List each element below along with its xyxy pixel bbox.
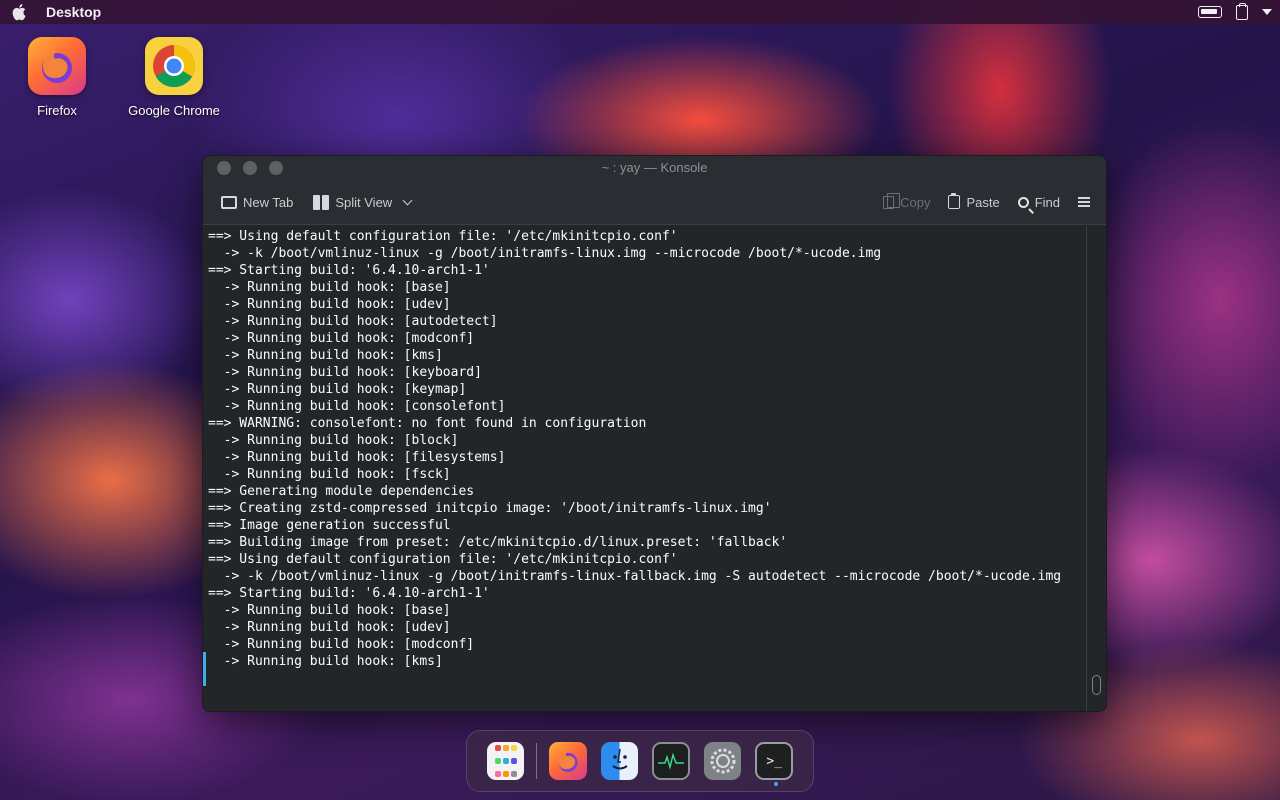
terminal-line: -> Running build hook: [base] (208, 603, 451, 618)
chevron-down-icon (402, 195, 413, 205)
copy-icon (883, 192, 901, 209)
terminal-line: ==> Image generation successful (208, 518, 451, 533)
terminal-line: -> Running build hook: [filesystems] (208, 450, 506, 465)
terminal-line: -> -k /boot/vmlinuz-linux -g /boot/initr… (208, 246, 882, 261)
terminal-scrollbar[interactable] (1086, 226, 1106, 711)
finder-icon[interactable] (600, 742, 639, 780)
desktop-icon-firefox[interactable]: Firefox (2, 37, 112, 118)
window-titlebar[interactable]: ~ : yay — Konsole (203, 156, 1106, 180)
terminal-icon[interactable]: >_ (755, 742, 793, 786)
find-button[interactable]: Find (1010, 187, 1068, 217)
konsole-window: ~ : yay — Konsole New Tab Split View Cop… (202, 155, 1107, 712)
battery-icon[interactable] (1198, 6, 1222, 18)
terminal-current-line-marker (203, 652, 206, 686)
terminal-line: -> Running build hook: [modconf] (208, 637, 475, 652)
terminal-line: ==> Building image from preset: /etc/mki… (208, 535, 788, 550)
firefox-icon (28, 37, 86, 95)
dock: >_ (466, 730, 814, 792)
split-view-button[interactable]: Split View (305, 187, 419, 217)
terminal-line: ==> Using default configuration file: '/… (208, 229, 678, 244)
desktop-icon-chrome[interactable]: Google Chrome (119, 37, 229, 118)
terminal-output[interactable]: ==> Using default configuration file: '/… (203, 226, 1106, 711)
terminal-line: -> Running build hook: [modconf] (208, 331, 475, 346)
firefox-icon[interactable] (549, 742, 587, 780)
terminal-line: -> Running build hook: [autodetect] (208, 314, 498, 329)
new-tab-icon (221, 195, 237, 209)
split-view-icon (313, 194, 330, 210)
launcher-icon[interactable] (487, 742, 525, 780)
paste-label: Paste (966, 194, 1000, 210)
terminal-line: ==> WARNING: consolefont: no font found … (208, 416, 647, 431)
terminal-line: -> Running build hook: [consolefont] (208, 399, 506, 414)
terminal-line: -> Running build hook: [fsck] (208, 467, 451, 482)
menubar-title: Desktop (46, 4, 102, 20)
copy-label: Copy (900, 194, 931, 210)
window-title: ~ : yay — Konsole (601, 160, 708, 175)
terminal-line: -> Running build hook: [kms] (208, 348, 443, 363)
chrome-icon (145, 37, 203, 95)
terminal-line: ==> Generating module dependencies (208, 484, 475, 499)
konsole-toolbar: New Tab Split View Copy Paste Find (203, 180, 1106, 225)
system-monitor-icon[interactable] (652, 742, 690, 780)
copy-button[interactable]: Copy (875, 187, 938, 217)
paste-button[interactable]: Paste (940, 187, 1007, 217)
terminal-line: -> Running build hook: [block] (208, 433, 459, 448)
system-tray (1198, 0, 1272, 24)
terminal-lines: ==> Using default configuration file: '/… (208, 228, 1106, 670)
hamburger-menu-button[interactable] (1070, 187, 1098, 217)
terminal-line: -> Running build hook: [udev] (208, 297, 451, 312)
terminal-line: -> Running build hook: [udev] (208, 620, 451, 635)
search-icon (1017, 196, 1029, 208)
top-menubar: Desktop (0, 0, 1280, 24)
dock-separator (536, 743, 538, 779)
desktop-icon-label: Firefox (37, 103, 77, 118)
desktop-icon-label: Google Chrome (128, 103, 220, 118)
find-label: Find (1034, 194, 1060, 210)
terminal-line: ==> Using default configuration file: '/… (208, 552, 678, 567)
hamburger-menu-icon (1078, 197, 1090, 207)
terminal-line: -> Running build hook: [keymap] (208, 382, 467, 397)
running-indicator (774, 782, 779, 786)
scrollbar-thumb[interactable] (1092, 675, 1101, 695)
terminal-line: -> Running build hook: [base] (208, 280, 451, 295)
new-tab-button[interactable]: New Tab (213, 187, 301, 217)
settings-icon[interactable] (703, 742, 742, 780)
terminal-line: -> -k /boot/vmlinuz-linux -g /boot/initr… (208, 569, 1062, 584)
terminal-icon-glyph: >_ (766, 753, 783, 769)
terminal-line: -> Running build hook: [kms] (208, 654, 443, 669)
clipboard-icon[interactable] (1236, 2, 1248, 20)
terminal-line: ==> Starting build: '6.4.10-arch1-1' (208, 586, 490, 601)
terminal-line: -> Running build hook: [keyboard] (208, 365, 482, 380)
paste-icon (948, 193, 961, 209)
tray-expand-icon[interactable] (1262, 9, 1272, 15)
split-view-label: Split View (335, 194, 393, 210)
apple-menu-icon[interactable] (10, 3, 30, 21)
new-tab-label: New Tab (243, 194, 294, 210)
terminal-line: ==> Starting build: '6.4.10-arch1-1' (208, 263, 490, 278)
terminal-line: ==> Creating zstd-compressed initcpio im… (208, 501, 772, 516)
